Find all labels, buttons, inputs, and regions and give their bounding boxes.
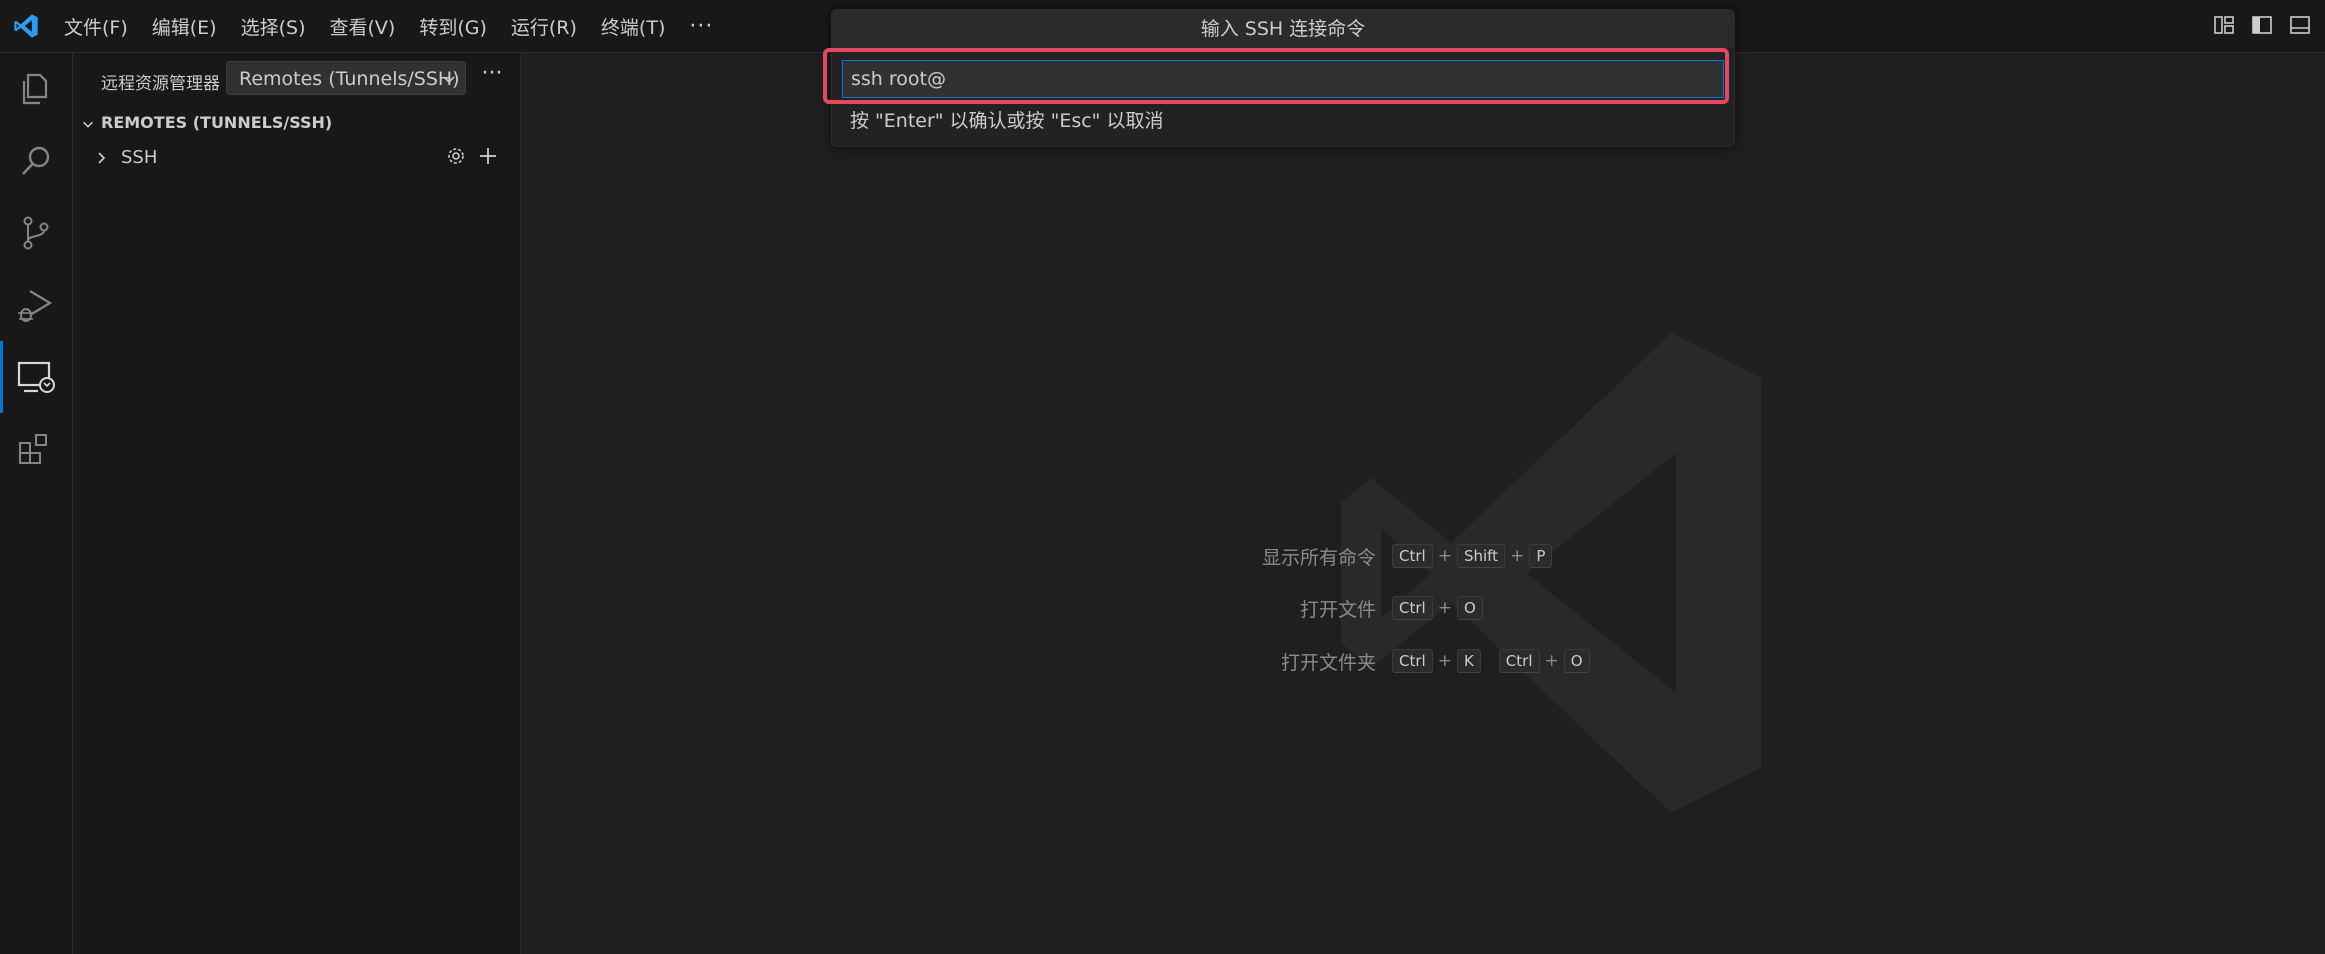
menu-more-button[interactable]: ··· — [689, 14, 713, 39]
keybinding-key: Ctrl — [1392, 544, 1433, 568]
menu-run[interactable]: 运行(R) — [511, 13, 577, 40]
activity-bar — [0, 53, 73, 954]
toggle-panel-icon[interactable] — [2289, 14, 2311, 36]
layout-controls — [2213, 14, 2311, 36]
remote-explorer-sidebar: 远程资源管理器 Remotes (Tunnels/SSH) ··· REMOTE… — [73, 53, 521, 954]
keybinding-key: O — [1563, 649, 1590, 673]
remotes-section-title: REMOTES (TUNNELS/SSH) — [101, 113, 333, 132]
chevron-down-icon — [83, 121, 93, 128]
shortcut-row: 打开文件 Ctrl + O — [1126, 593, 1485, 623]
keybinding-separator: + — [1437, 546, 1452, 566]
keybinding-key: Ctrl — [1392, 596, 1433, 620]
add-icon[interactable] — [477, 145, 499, 167]
tree-item-actions — [445, 145, 499, 167]
sidebar-title: 远程资源管理器 — [101, 74, 220, 94]
shortcut-label: 打开文件夹 — [1280, 651, 1376, 674]
extensions-icon[interactable] — [14, 427, 58, 471]
chevron-right-icon — [98, 152, 106, 164]
menu-go[interactable]: 转到(G) — [419, 13, 487, 40]
shortcut-label: 打开文件 — [1299, 598, 1376, 621]
shortcut-label: 显示所有命令 — [1261, 546, 1376, 569]
menu-file[interactable]: 文件(F) — [64, 13, 128, 40]
gear-icon[interactable] — [445, 145, 467, 167]
keybinding-key: K — [1456, 649, 1481, 673]
search-icon[interactable] — [14, 139, 58, 183]
quick-input-hint: 按 "Enter" 以确认或按 "Esc" 以取消 — [850, 110, 1164, 132]
keybinding-key: Ctrl — [1392, 649, 1433, 673]
keybinding-separator: + — [1544, 651, 1559, 671]
menu-selection[interactable]: 选择(S) — [241, 13, 306, 40]
menu-bar: 文件(F) 编辑(E) 选择(S) 查看(V) 转到(G) 运行(R) 终端(T… — [64, 0, 737, 52]
keybinding-key: O — [1456, 596, 1483, 620]
toggle-primary-sidebar-icon[interactable] — [2251, 14, 2273, 36]
keybinding-separator: + — [1437, 651, 1452, 671]
shortcut-row: 打开文件夹 Ctrl + K Ctrl + O — [1126, 646, 1592, 676]
quick-input-title: 输入 SSH 连接命令 — [832, 10, 1734, 48]
remotes-section-header[interactable]: REMOTES (TUNNELS/SSH) — [81, 113, 332, 132]
chevron-down-icon — [443, 76, 455, 84]
sidebar-more-actions-button[interactable]: ··· — [477, 61, 507, 91]
keybinding-separator: + — [1437, 598, 1452, 618]
editor-area: 显示所有命令 Ctrl + Shift + P 打开文件 Ctrl + O 打开… — [521, 53, 2325, 954]
menu-view[interactable]: 查看(V) — [330, 13, 396, 40]
menu-edit[interactable]: 编辑(E) — [152, 13, 217, 40]
quick-input-widget: 输入 SSH 连接命令 按 "Enter" 以确认或按 "Esc" 以取消 — [831, 9, 1735, 147]
customize-layout-icon[interactable] — [2213, 14, 2235, 36]
tree-item-label: SSH — [121, 147, 158, 168]
ssh-command-input[interactable] — [842, 60, 1724, 98]
vscode-logo-icon — [14, 14, 38, 38]
menu-terminal[interactable]: 终端(T) — [601, 13, 665, 40]
keybinding-key: P — [1529, 544, 1553, 568]
remote-type-dropdown-value: Remotes (Tunnels/SSH) — [239, 68, 460, 90]
remote-type-dropdown[interactable]: Remotes (Tunnels/SSH) — [226, 61, 466, 95]
keybinding-key: Shift — [1456, 544, 1506, 568]
vscode-watermark-icon — [1341, 333, 1761, 813]
keybinding-separator: + — [1510, 546, 1525, 566]
explorer-icon[interactable] — [14, 67, 58, 111]
shortcut-row: 显示所有命令 Ctrl + Shift + P — [1126, 541, 1554, 571]
source-control-icon[interactable] — [14, 211, 58, 255]
remote-explorer-icon[interactable] — [0, 341, 58, 413]
run-debug-icon[interactable] — [14, 283, 58, 327]
keybinding-key: Ctrl — [1498, 649, 1540, 673]
